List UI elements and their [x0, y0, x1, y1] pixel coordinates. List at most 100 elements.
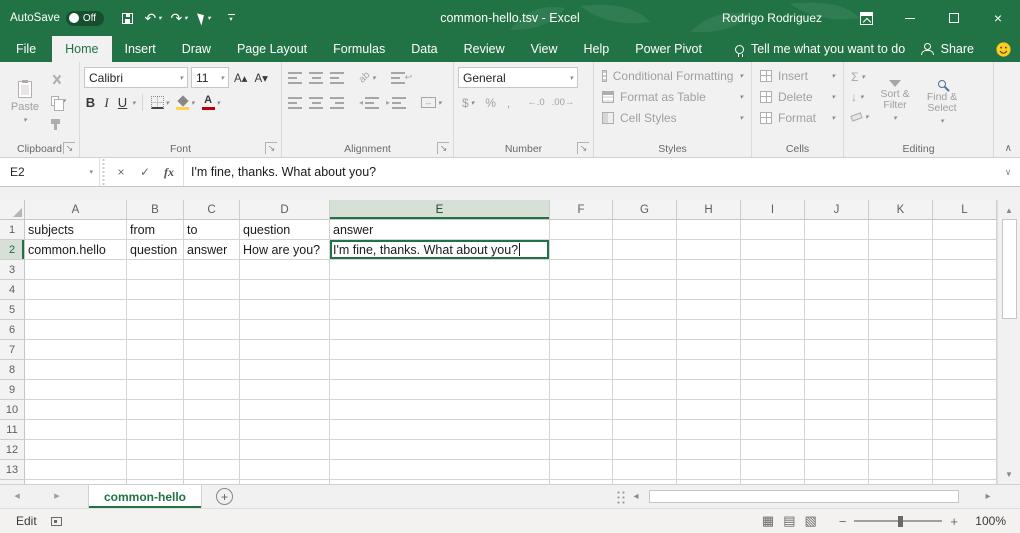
fill-button[interactable]: ↓▾ — [848, 88, 872, 105]
normal-view-button[interactable]: ▦ — [762, 513, 774, 529]
tab-formulas[interactable]: Formulas — [320, 36, 398, 62]
clipboard-dialog-launcher[interactable]: ↘ — [63, 142, 75, 154]
cell-E8[interactable] — [330, 360, 550, 380]
row-header-3[interactable]: 3 — [0, 260, 25, 280]
dropdown-icon[interactable]: ▾ — [207, 14, 210, 22]
sheet-nav-right-icon[interactable]: ▸ — [48, 485, 66, 508]
dropdown-icon[interactable]: ▾ — [184, 14, 187, 22]
format-painter-button[interactable] — [48, 113, 69, 130]
dropdown-icon[interactable]: ▾ — [132, 99, 136, 107]
cell-A12[interactable] — [25, 440, 127, 460]
cell-D8[interactable] — [240, 360, 330, 380]
cell-G2[interactable] — [613, 240, 677, 260]
autosum-button[interactable]: Σ▾ — [848, 68, 872, 85]
cell-H12[interactable] — [677, 440, 741, 460]
cell-J12[interactable] — [805, 440, 869, 460]
cell-B6[interactable] — [127, 320, 184, 340]
row-header-10[interactable]: 10 — [0, 400, 25, 420]
zoom-in-button[interactable]: + — [950, 514, 958, 529]
grow-font-button[interactable]: A▴ — [232, 71, 249, 85]
cell-L12[interactable] — [933, 440, 997, 460]
sort-filter-button[interactable]: Sort & Filter ▾ — [872, 65, 919, 139]
copy-button[interactable]: ▾ — [48, 92, 69, 109]
align-top-button[interactable] — [286, 67, 304, 88]
cell-C4[interactable] — [184, 280, 240, 300]
cell-G11[interactable] — [613, 420, 677, 440]
cell-I13[interactable] — [741, 460, 805, 480]
cell-A8[interactable] — [25, 360, 127, 380]
cell-L9[interactable] — [933, 380, 997, 400]
tab-insert[interactable]: Insert — [112, 36, 169, 62]
cell-H2[interactable] — [677, 240, 741, 260]
cell-J4[interactable] — [805, 280, 869, 300]
cell-F13[interactable] — [550, 460, 613, 480]
cell-B11[interactable] — [127, 420, 184, 440]
maximize-button[interactable] — [932, 0, 976, 36]
row-header-6[interactable]: 6 — [0, 320, 25, 340]
cell-B5[interactable] — [127, 300, 184, 320]
cell-A5[interactable] — [25, 300, 127, 320]
decrease-decimal-button[interactable]: .00→ — [550, 92, 577, 113]
italic-button[interactable]: I — [100, 95, 113, 111]
dropdown-icon[interactable]: ▾ — [471, 99, 475, 107]
font-dialog-launcher[interactable]: ↘ — [265, 142, 277, 154]
cell-D1[interactable]: question — [240, 220, 330, 240]
cell-E9[interactable] — [330, 380, 550, 400]
sheet-tab-common-hello[interactable]: common-hello — [88, 485, 202, 508]
tab-help[interactable]: Help — [571, 36, 623, 62]
cell-C3[interactable] — [184, 260, 240, 280]
cell-J3[interactable] — [805, 260, 869, 280]
cell-K3[interactable] — [869, 260, 933, 280]
wrap-text-button[interactable]: ↩ — [389, 67, 415, 88]
cell-L2[interactable] — [933, 240, 997, 260]
dropdown-icon[interactable]: ▾ — [372, 74, 376, 82]
align-middle-button[interactable] — [307, 67, 325, 88]
tab-scroll-handle[interactable] — [616, 490, 626, 504]
dropdown-icon[interactable]: ▾ — [220, 74, 224, 82]
page-layout-view-button[interactable]: ▤ — [783, 513, 795, 529]
cell-H5[interactable] — [677, 300, 741, 320]
cell-J10[interactable] — [805, 400, 869, 420]
user-name[interactable]: Rodrigo Rodriguez — [722, 11, 822, 25]
formula-bar-expand-icon[interactable]: ∨ — [996, 158, 1020, 186]
cell-A6[interactable] — [25, 320, 127, 340]
tab-review[interactable]: Review — [451, 36, 518, 62]
row-header-12[interactable]: 12 — [0, 440, 25, 460]
cell-I4[interactable] — [741, 280, 805, 300]
cell-A3[interactable] — [25, 260, 127, 280]
cell-J9[interactable] — [805, 380, 869, 400]
cell-E11[interactable] — [330, 420, 550, 440]
cell-D5[interactable] — [240, 300, 330, 320]
vertical-scrollbar[interactable]: ▲ ▼ — [997, 200, 1020, 484]
cell-E4[interactable] — [330, 280, 550, 300]
cell-J6[interactable] — [805, 320, 869, 340]
font-size-combobox[interactable]: 11 ▾ — [191, 67, 229, 88]
cell-E6[interactable] — [330, 320, 550, 340]
cell-B8[interactable] — [127, 360, 184, 380]
cell-E5[interactable] — [330, 300, 550, 320]
cell-K7[interactable] — [869, 340, 933, 360]
cell-C8[interactable] — [184, 360, 240, 380]
scroll-down-icon[interactable]: ▼ — [998, 466, 1020, 482]
cell-J13[interactable] — [805, 460, 869, 480]
column-header-K[interactable]: K — [869, 200, 933, 220]
cell-F9[interactable] — [550, 380, 613, 400]
cell-J2[interactable] — [805, 240, 869, 260]
cell-K11[interactable] — [869, 420, 933, 440]
cell-L7[interactable] — [933, 340, 997, 360]
cell-J8[interactable] — [805, 360, 869, 380]
dropdown-icon[interactable]: ▾ — [569, 74, 573, 82]
cell-G5[interactable] — [613, 300, 677, 320]
cell-D4[interactable] — [240, 280, 330, 300]
cell-I10[interactable] — [741, 400, 805, 420]
cell-F11[interactable] — [550, 420, 613, 440]
column-header-J[interactable]: J — [805, 200, 869, 220]
cell-A9[interactable] — [25, 380, 127, 400]
cell-E10[interactable] — [330, 400, 550, 420]
cell-A1[interactable]: subjects — [25, 220, 127, 240]
cell-E7[interactable] — [330, 340, 550, 360]
scroll-up-icon[interactable]: ▲ — [998, 202, 1020, 218]
conditional-formatting-button[interactable]: Conditional Formatting ▾ — [598, 65, 747, 86]
cell-G10[interactable] — [613, 400, 677, 420]
cell-B7[interactable] — [127, 340, 184, 360]
